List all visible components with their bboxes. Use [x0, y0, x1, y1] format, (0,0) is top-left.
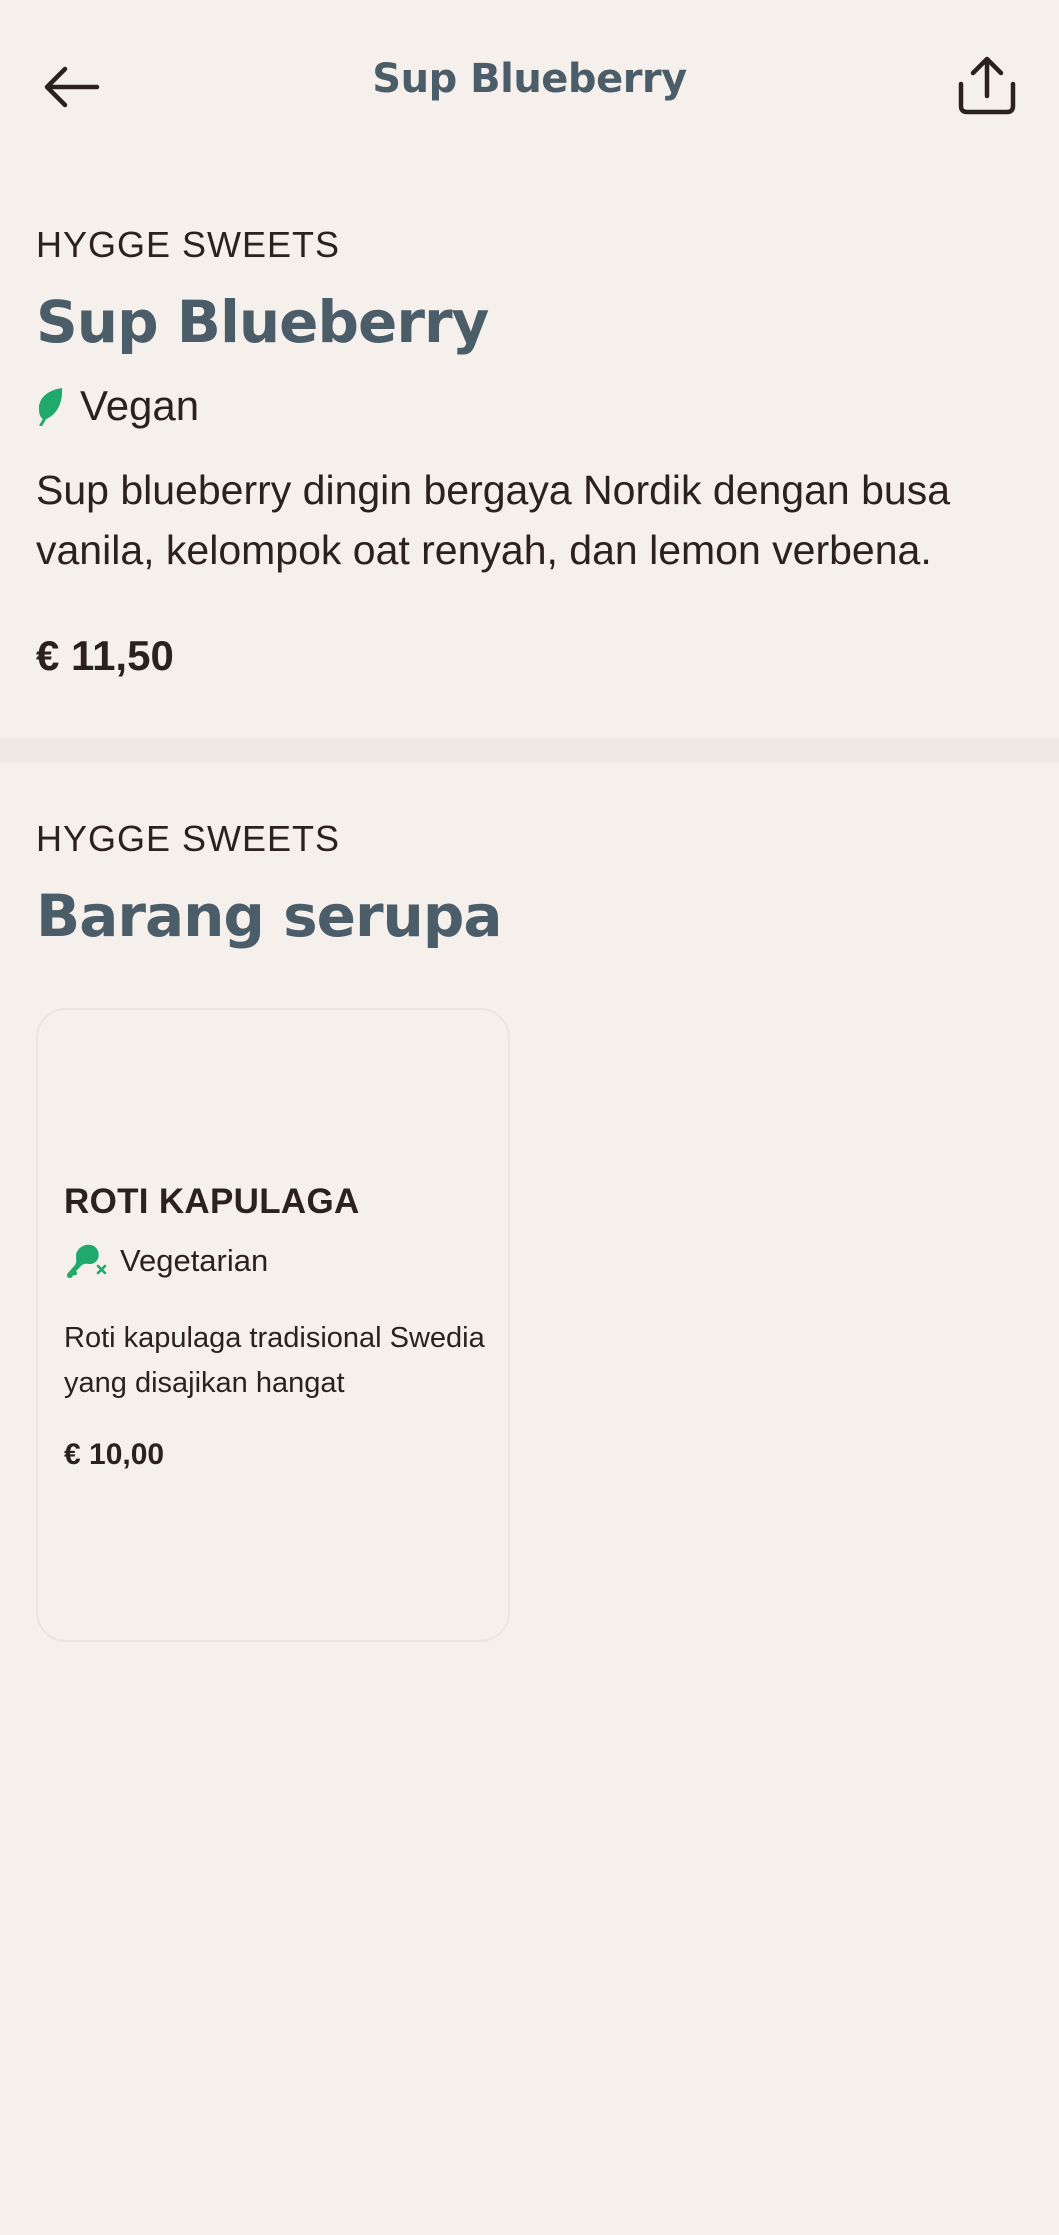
- no-meat-icon: [66, 1244, 107, 1278]
- card-diet-label: Vegetarian: [120, 1243, 269, 1278]
- restaurant-name: HYGGE SWEETS: [36, 224, 341, 265]
- similar-heading: Barang serupa: [36, 882, 502, 950]
- similar-item-card[interactable]: ROTI KAPULAGA Vegetarian Roti kapulaga t…: [36, 1008, 510, 1642]
- diet-label: Vegan: [80, 382, 200, 429]
- card-diet-tag: Vegetarian: [64, 1242, 268, 1280]
- card-description: Roti kapulaga tradisional Swedia yang di…: [64, 1322, 485, 1399]
- item-name: Sup Blueberry: [36, 288, 489, 356]
- leaf-icon: [38, 388, 63, 426]
- similar-restaurant-name: HYGGE SWEETS: [36, 818, 341, 859]
- top-bar: Sup Blueberry: [0, 0, 1059, 170]
- share-button[interactable]: [951, 48, 1023, 124]
- page-title: Sup Blueberry: [372, 56, 687, 102]
- item-price: € 11,50: [36, 632, 174, 679]
- item-description: Sup blueberry dingin bergaya Nordik deng…: [36, 467, 951, 573]
- card-title: ROTI KAPULAGA: [64, 1182, 360, 1221]
- share-icon: [958, 56, 1016, 115]
- diet-tag: Vegan: [36, 382, 199, 430]
- card-price: € 10,00: [64, 1438, 165, 1471]
- section-divider: [0, 738, 1059, 762]
